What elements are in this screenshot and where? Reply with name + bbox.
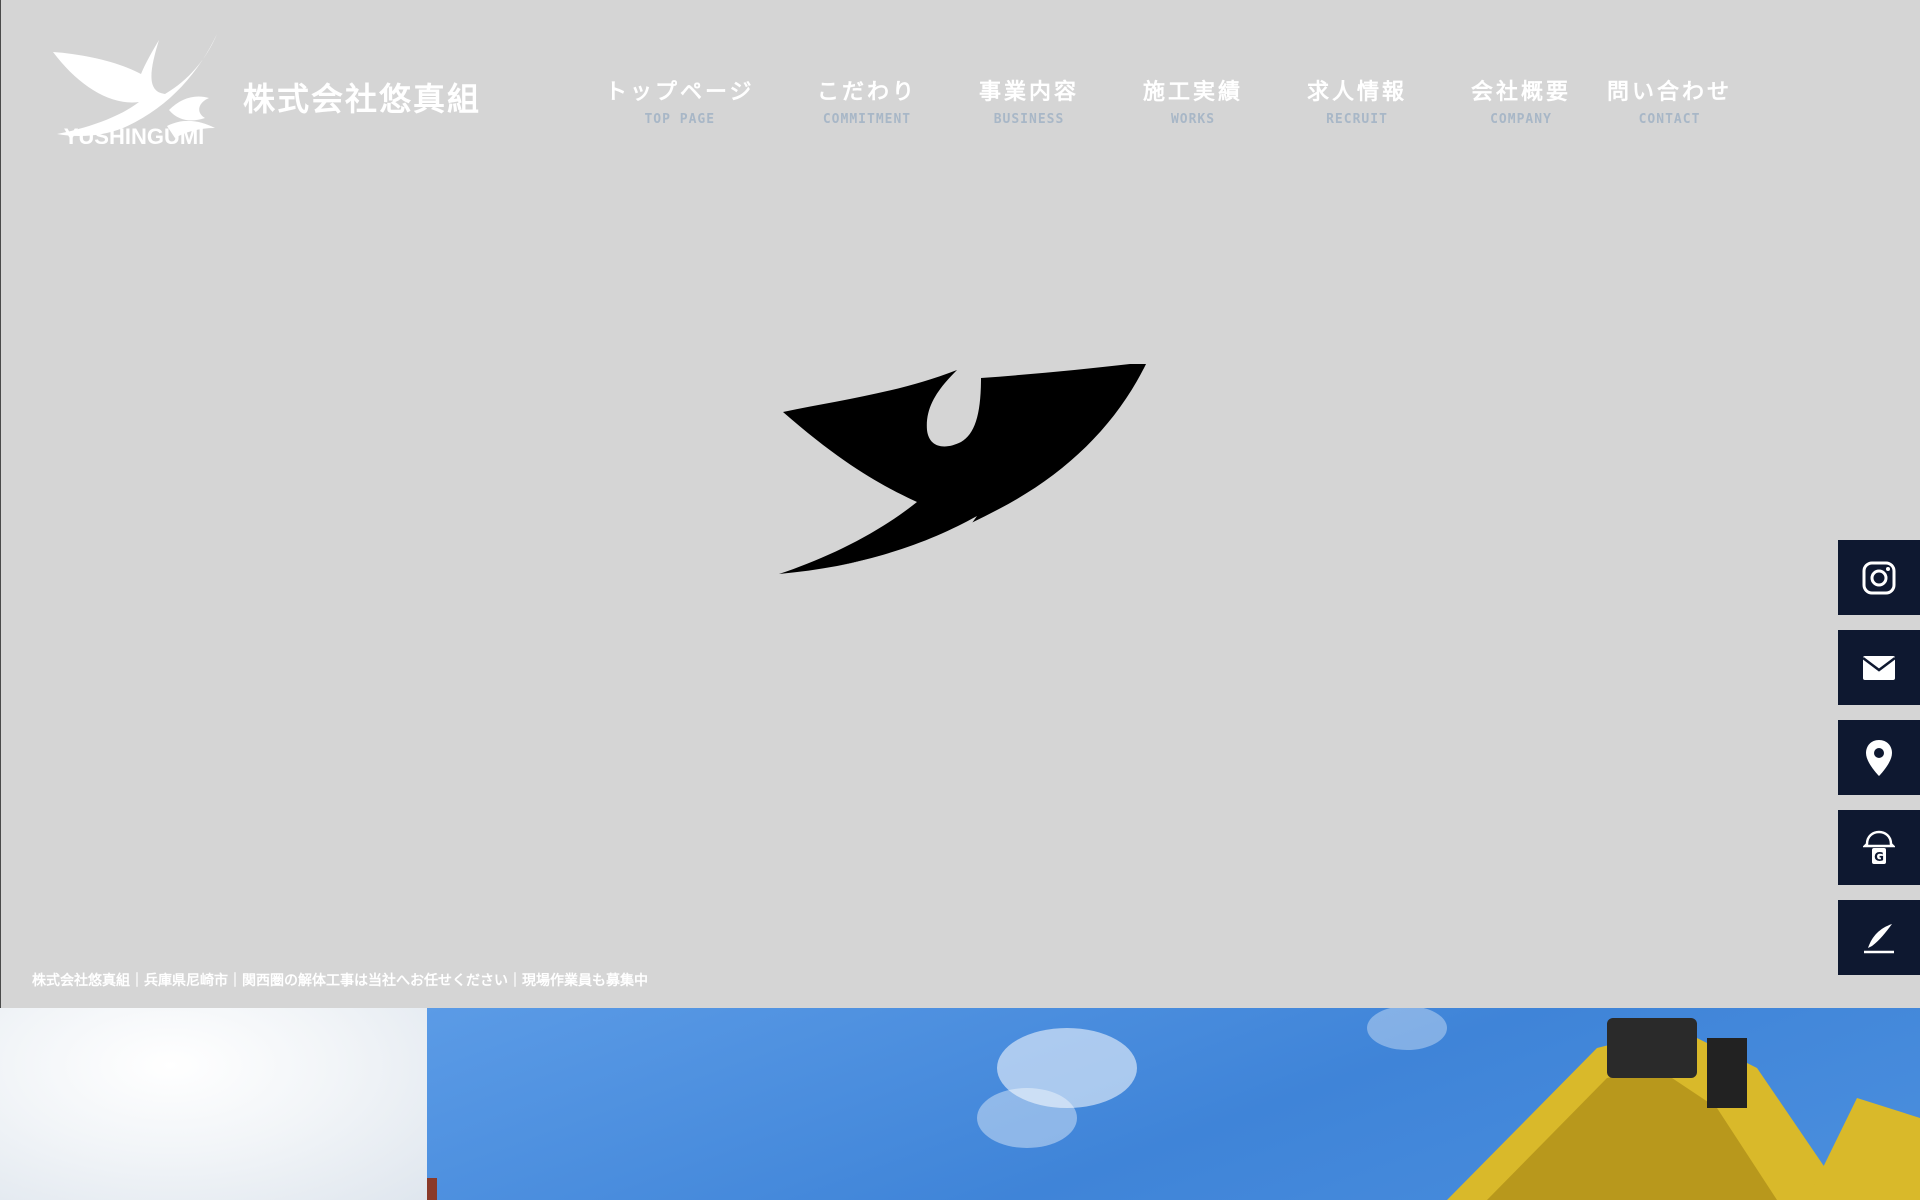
instagram-button[interactable] — [1838, 540, 1920, 615]
svg-text:G: G — [1874, 850, 1884, 864]
side-button-group: G — [1838, 540, 1920, 990]
hero-section: YUSHINGUMI 株式会社悠真組 トップページ TOP PAGE こだわり … — [0, 0, 1920, 1008]
instagram-icon — [1862, 561, 1896, 594]
recruit-button[interactable]: G — [1838, 810, 1920, 885]
nav-label: 問い合わせ — [1607, 79, 1733, 105]
blog-button[interactable] — [1838, 900, 1920, 975]
nav-item-company[interactable]: 会社概要 COMPANY — [1471, 74, 1571, 127]
nav-item-business[interactable]: 事業内容 BUSINESS — [979, 74, 1079, 127]
pen-icon — [1864, 923, 1894, 953]
hero-tagline: 株式会社悠真組｜兵庫県尼崎市｜関西圏の解体工事は当社へお任せください｜現場作業員… — [32, 973, 648, 989]
center-logo-icon — [779, 364, 1146, 574]
nav-sublabel: WORKS — [1170, 112, 1216, 127]
excavator-photo — [427, 1008, 1920, 1200]
helmet-icon: G — [1863, 830, 1895, 864]
nav-label: 施工実績 — [1143, 79, 1244, 105]
excavator-image — [427, 1008, 1920, 1200]
nav-label: トップページ — [605, 79, 755, 105]
nav-item-works[interactable]: 施工実績 WORKS — [1143, 74, 1243, 127]
map-button[interactable] — [1838, 720, 1920, 795]
nav-label: 求人情報 — [1307, 79, 1408, 105]
map-pin-icon — [1866, 739, 1892, 776]
nav-sublabel: COMPANY — [1490, 112, 1552, 127]
nav-sublabel: TOP PAGE — [644, 112, 716, 127]
nav-item-recruit[interactable]: 求人情報 RECRUIT — [1307, 74, 1407, 127]
nav-item-top[interactable]: トップページ TOP PAGE — [605, 74, 755, 127]
nav-sublabel: COMMITMENT — [822, 112, 912, 127]
nav-label: 事業内容 — [979, 79, 1080, 105]
company-name[interactable]: 株式会社悠真組 — [243, 74, 481, 120]
nav-label: こだわり — [817, 79, 918, 105]
photo-strip — [0, 1008, 1920, 1200]
nav-item-contact[interactable]: 問い合わせ CONTACT — [1607, 74, 1732, 127]
nav-item-commitment[interactable]: こだわり COMMITMENT — [817, 74, 917, 127]
sky-photo-left — [0, 1008, 427, 1200]
nav-sublabel: BUSINESS — [993, 112, 1065, 127]
nav-label: 会社概要 — [1471, 79, 1572, 105]
logo-wordmark: YUSHINGUMI — [63, 124, 205, 149]
nav-sublabel: CONTACT — [1638, 112, 1701, 127]
mail-button[interactable] — [1838, 630, 1920, 705]
mail-icon — [1862, 655, 1896, 680]
nav-sublabel: RECRUIT — [1326, 112, 1388, 127]
